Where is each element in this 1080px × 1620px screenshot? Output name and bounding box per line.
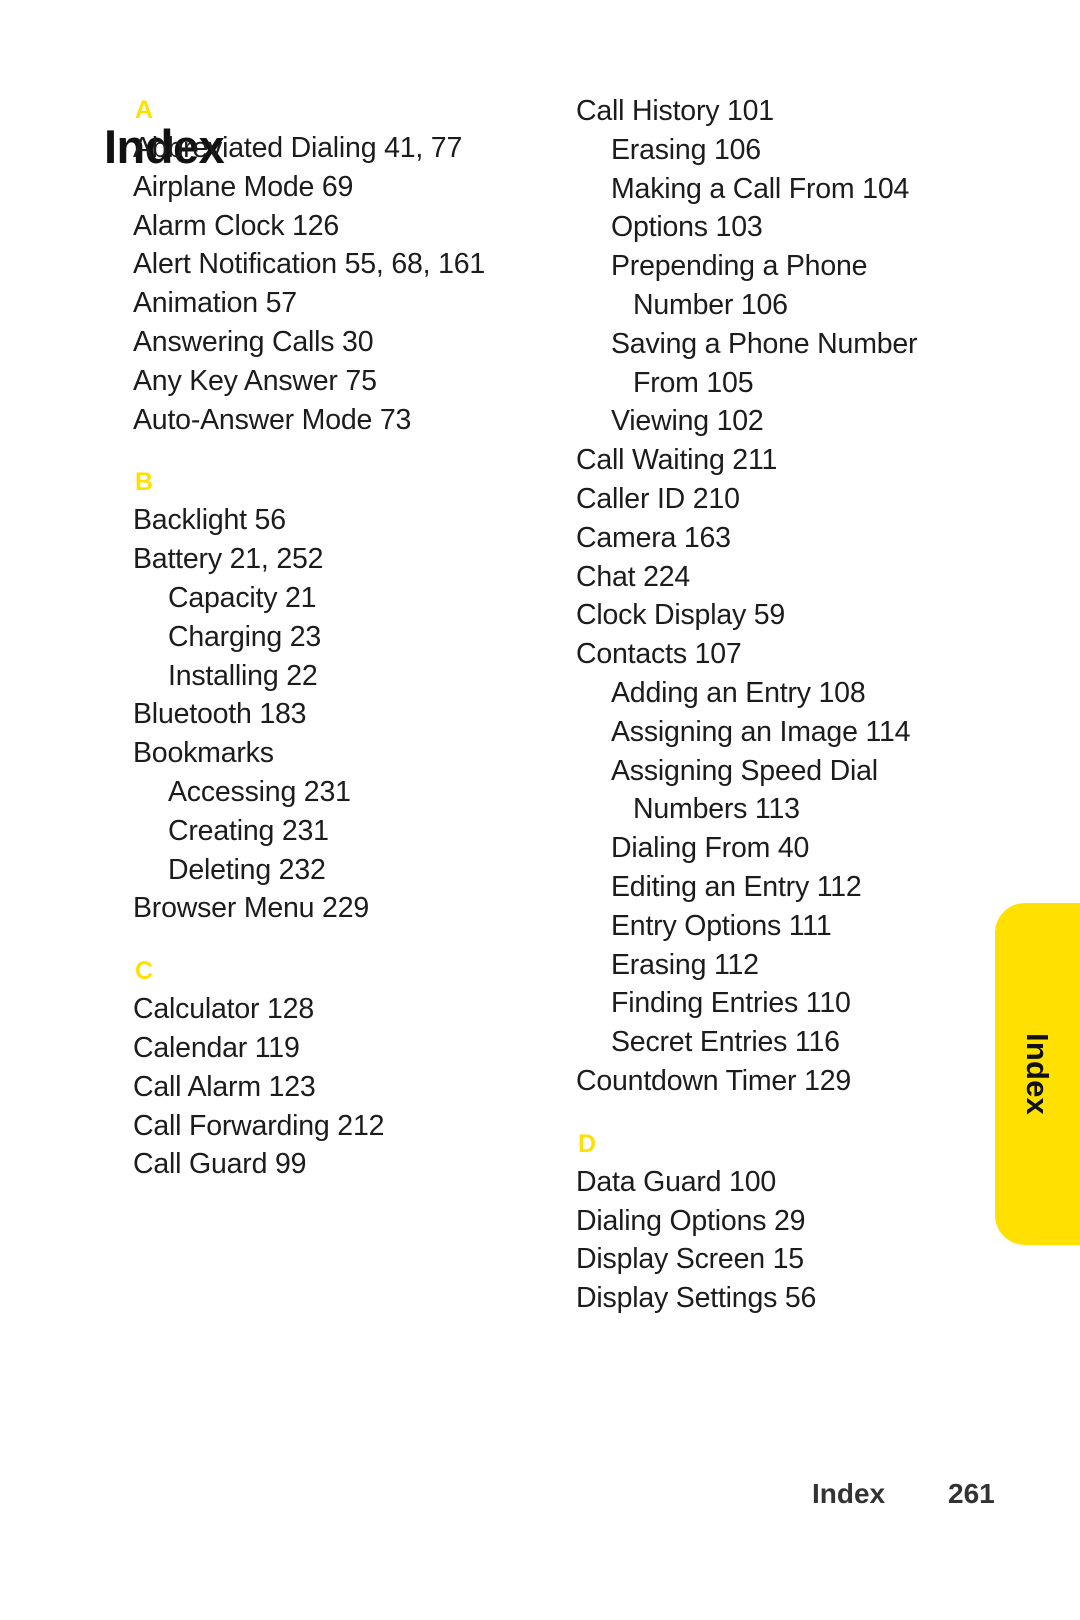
index-entry[interactable]: Caller ID 210 bbox=[576, 480, 956, 519]
index-entry[interactable]: Airplane Mode 69 bbox=[133, 168, 533, 207]
index-group: B Backlight 56 Battery 21, 252 Capacity 21 C… bbox=[133, 470, 533, 928]
index-entry[interactable]: Number 106 bbox=[576, 286, 956, 325]
index-entry[interactable]: Finding Entries 110 bbox=[576, 984, 956, 1023]
index-entry[interactable]: Assigning an Image 114 bbox=[576, 713, 956, 752]
index-entry[interactable]: Call Waiting 211 bbox=[576, 441, 956, 480]
index-entry[interactable]: Data Guard 100 bbox=[576, 1163, 956, 1202]
index-entry[interactable]: Answering Calls 30 bbox=[133, 323, 533, 362]
side-tab-index: Index bbox=[995, 903, 1080, 1245]
index-entry[interactable]: Adding an Entry 108 bbox=[576, 674, 956, 713]
index-page: Index A Abbreviated Dialing 41, 77 Airplan… bbox=[0, 0, 1080, 1620]
index-entry[interactable]: Entry Options 111 bbox=[576, 907, 956, 946]
index-entry[interactable]: Backlight 56 bbox=[133, 501, 533, 540]
page-footer: Index 261 bbox=[0, 1478, 1080, 1518]
index-letter-heading: A bbox=[135, 96, 154, 124]
index-entry[interactable]: Abbreviated Dialing 41, 77 bbox=[133, 129, 533, 168]
index-entry[interactable]: Assigning Speed Dial bbox=[576, 752, 956, 791]
index-column-right: Call History 101 Erasing 106 Making a Call… bbox=[576, 92, 956, 1318]
index-entry[interactable]: Auto-Answer Mode 73 bbox=[133, 401, 533, 440]
index-entry[interactable]: Clock Display 59 bbox=[576, 596, 956, 635]
index-entry[interactable]: Alarm Clock 126 bbox=[133, 207, 533, 246]
index-group: C Calculator 128 Calendar 119 Call Alarm 12… bbox=[133, 959, 533, 1184]
index-entry[interactable]: Any Key Answer 75 bbox=[133, 362, 533, 401]
index-entry[interactable]: Bluetooth 183 bbox=[133, 695, 533, 734]
index-entry[interactable]: Bookmarks bbox=[133, 734, 533, 773]
index-letter-heading: C bbox=[135, 957, 154, 986]
index-entry[interactable]: Saving a Phone Number bbox=[576, 325, 956, 364]
index-entry[interactable]: From 105 bbox=[576, 364, 956, 403]
index-entry[interactable]: Call Alarm 123 bbox=[133, 1068, 533, 1107]
index-entry[interactable]: Secret Entries 116 bbox=[576, 1023, 956, 1062]
index-entry[interactable]: Battery 21, 252 bbox=[133, 540, 533, 579]
index-entry[interactable]: Call Forwarding 212 bbox=[133, 1107, 533, 1146]
index-entry[interactable]: Display Screen 15 bbox=[576, 1240, 956, 1279]
index-entry[interactable]: Camera 163 bbox=[576, 519, 956, 558]
index-letter-heading: B bbox=[135, 468, 154, 497]
index-group: A Abbreviated Dialing 41, 77 Airplane Mode… bbox=[133, 98, 533, 439]
index-entry[interactable]: Dialing From 40 bbox=[576, 829, 956, 868]
index-entry[interactable]: Calculator 128 bbox=[133, 990, 533, 1029]
index-entry[interactable]: Erasing 106 bbox=[576, 131, 956, 170]
index-letter-heading: D bbox=[578, 1129, 597, 1158]
index-entry[interactable]: Creating 231 bbox=[133, 812, 533, 851]
index-entry[interactable]: Call Guard 99 bbox=[133, 1145, 533, 1184]
index-entry[interactable]: Accessing 231 bbox=[133, 773, 533, 812]
index-entry[interactable]: Editing an Entry 112 bbox=[576, 868, 956, 907]
index-entry[interactable]: Alert Notification 55, 68, 161 bbox=[133, 245, 533, 284]
side-tab-label: Index bbox=[1020, 1033, 1056, 1115]
index-entry[interactable]: Contacts 107 bbox=[576, 635, 956, 674]
index-entry[interactable]: Animation 57 bbox=[133, 284, 533, 323]
index-group: D Data Guard 100 Dialing Options 29 Display… bbox=[576, 1129, 956, 1318]
index-entry[interactable]: Numbers 113 bbox=[576, 790, 956, 829]
index-entry[interactable]: Erasing 112 bbox=[576, 946, 956, 985]
index-entry[interactable]: Charging 23 bbox=[133, 618, 533, 657]
index-entry[interactable]: Display Settings 56 bbox=[576, 1279, 956, 1318]
index-entry[interactable]: Browser Menu 229 bbox=[133, 889, 533, 928]
index-group: Call History 101 Erasing 106 Making a Call… bbox=[576, 92, 956, 1101]
index-entry[interactable]: Prepending a Phone bbox=[576, 247, 956, 286]
index-entry[interactable]: Countdown Timer 129 bbox=[576, 1062, 956, 1101]
index-entry[interactable]: Calendar 119 bbox=[133, 1029, 533, 1068]
index-entry[interactable]: Chat 224 bbox=[576, 558, 956, 597]
index-entry[interactable]: Making a Call From 104 bbox=[576, 170, 956, 209]
index-entry[interactable]: Deleting 232 bbox=[133, 851, 533, 890]
index-column-left: A Abbreviated Dialing 41, 77 Airplane Mode… bbox=[133, 92, 533, 1184]
index-entry[interactable]: Options 103 bbox=[576, 208, 956, 247]
index-entry[interactable]: Capacity 21 bbox=[133, 579, 533, 618]
index-entry[interactable]: Installing 22 bbox=[133, 657, 533, 696]
footer-page-number: 261 bbox=[948, 1478, 995, 1509]
index-entry[interactable]: Call History 101 bbox=[576, 92, 956, 131]
index-entry[interactable]: Viewing 102 bbox=[576, 402, 956, 441]
index-entry[interactable]: Dialing Options 29 bbox=[576, 1202, 956, 1241]
footer-section-label: Index bbox=[812, 1478, 886, 1509]
